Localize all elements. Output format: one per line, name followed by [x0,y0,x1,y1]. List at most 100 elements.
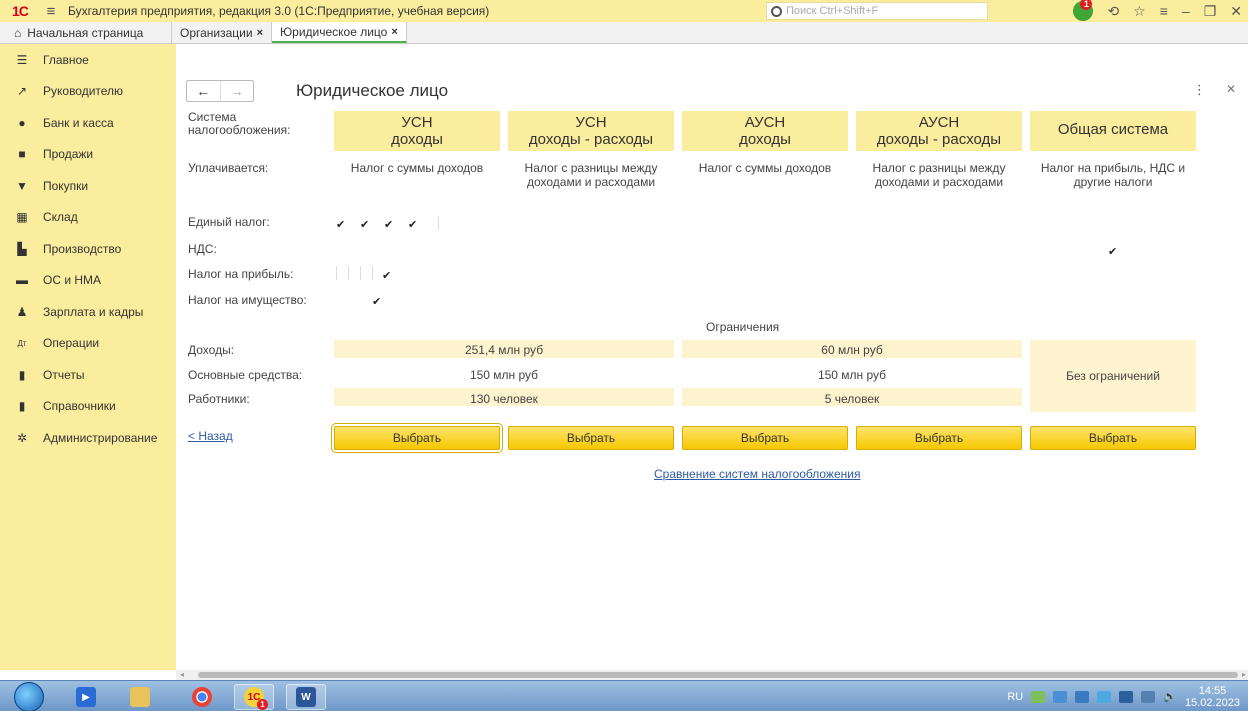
home-icon: ⌂ [14,25,22,40]
divider [372,266,373,280]
tray-app-icon[interactable] [1075,690,1090,703]
system-header-general: Общая система [1030,111,1196,151]
language-indicator[interactable]: RU [1007,691,1023,703]
more-actions-icon[interactable]: ⋮ [1193,82,1206,98]
system-subtitle: доходы [391,131,443,148]
cloud-icon[interactable] [1053,690,1068,703]
back-link[interactable]: < Назад [188,429,233,443]
menu-icon: ☰ [16,52,28,67]
close-form-icon[interactable]: ✕ [1226,82,1236,96]
sidebar-item-admin[interactable]: ✲ Администрирование [0,422,176,454]
chart-trend-icon: ↗ [16,84,28,99]
sidebar-item-warehouse[interactable]: ▦ Склад [0,202,176,234]
favorites-icon[interactable]: ☆ [1133,3,1146,20]
limit-value: 150 млн руб [469,368,539,382]
truck-icon: ▬ [16,273,28,288]
sidebar-item-label: Администрирование [43,430,158,445]
system-name: АУСН [918,114,960,131]
display-icon[interactable] [1141,690,1156,703]
checkmark-icon: ✔ [336,219,346,231]
onec-logo: 1С [12,3,29,19]
taskbar-app-chrome[interactable] [182,684,222,710]
limit-value: 60 млн руб [821,343,883,357]
tab-organizations[interactable]: Организации × [172,22,273,43]
sidebar-item-assets[interactable]: ▬ ОС и НМА [0,265,176,297]
label-fixed-assets: Основные средства: [188,368,303,382]
sidebar-item-label: Операции [43,336,100,351]
limit-value: 130 человек [470,392,538,406]
horizontal-scrollbar[interactable]: ◂ ▸ [176,670,1248,680]
system-description: Налог на прибыль, НДС и другие налоги [1040,161,1186,189]
compare-systems-link[interactable]: Сравнение систем налогообложения [654,467,860,481]
scroll-right-icon[interactable]: ▸ [1242,670,1246,679]
close-tab-icon[interactable]: × [391,26,397,38]
label-vat: НДС: [188,242,217,256]
tray-tool-icon[interactable] [1119,690,1134,703]
main-menu-icon[interactable]: ≡ [40,3,62,20]
sidebar-item-production[interactable]: ▙ Производство [0,233,176,265]
sidebar-item-purchases[interactable]: ▼ Покупки [0,170,176,202]
network-icon[interactable] [1031,690,1046,703]
divider [360,266,361,280]
label-profit-tax: Налог на прибыль: [188,267,294,281]
sidebar-item-label: Руководителю [43,84,124,99]
search-input[interactable]: Поиск Ctrl+Shift+F [766,2,988,20]
sidebar-item-sales[interactable]: ■ Продажи [0,139,176,171]
divider [348,266,349,280]
choose-button-ausn-income-expense[interactable]: Выбрать [856,426,1022,450]
sidebar-item-label: Продажи [43,147,94,162]
back-arrow-icon[interactable]: ← [187,81,220,101]
word-icon: W [296,687,316,707]
label-tax-system: Система налогообложения: [188,110,291,137]
volume-icon[interactable]: 🔈 [1163,690,1177,703]
close-window-icon[interactable]: ✕ [1230,3,1242,20]
settings-menu-icon[interactable]: ≡ [1160,3,1168,19]
scrollbar-thumb[interactable] [198,672,1238,678]
sidebar: ☰ Главное ↗ Руководителю ● Банк и касса ■ Пр… [0,44,176,670]
taskbar-app-1c[interactable]: 1С 1 [234,684,274,710]
system-description: Налог с разницы между доходами и расхода… [872,161,1006,189]
label-single-tax: Единый налог: [188,215,270,229]
sidebar-item-label: Зарплата и кадры [43,304,144,319]
taskbar-app-word[interactable]: W [286,684,326,710]
close-tab-icon[interactable]: × [257,27,263,39]
clock-time: 14:55 [1198,684,1227,697]
window-controls: 1 ⟲ ☆ ≡ – ❐ ✕ [1073,0,1242,22]
system-header-ausn-income: АУСН доходы [682,111,848,151]
taskbar-app-explorer[interactable] [120,684,160,710]
choose-button-general[interactable]: Выбрать [1030,426,1196,450]
onec-app-icon: 1С 1 [244,687,268,710]
start-button[interactable] [14,682,44,711]
sidebar-item-references[interactable]: ▮ Справочники [0,391,176,423]
sidebar-item-label: Отчеты [43,367,85,382]
sidebar-item-reports[interactable]: ▮ Отчеты [0,359,176,391]
taskbar-app-media[interactable]: ▶ [66,684,106,710]
history-icon[interactable]: ⟲ [1107,3,1119,20]
restore-icon[interactable]: ❐ [1204,3,1217,20]
sidebar-item-main[interactable]: ☰ Главное [0,44,176,76]
limits-title: Ограничения [706,320,780,334]
sidebar-item-label: ОС и НМА [43,273,102,288]
clock[interactable]: 14:55 15.02.2023 [1185,685,1240,709]
sidebar-item-label: Банк и касса [43,115,114,130]
folder-icon [130,687,150,707]
scroll-left-icon[interactable]: ◂ [180,670,184,679]
minimize-icon[interactable]: – [1182,3,1190,19]
sidebar-item-bank[interactable]: ● Банк и касса [0,107,176,139]
choose-button-usn-income-expense[interactable]: Выбрать [508,426,674,450]
forward-arrow-icon[interactable]: → [219,81,254,101]
tab-home[interactable]: ⌂ Начальная страница [0,22,172,43]
system-description: Налог с суммы доходов [698,161,832,175]
notifications-icon[interactable]: 1 [1073,0,1094,21]
checkmark-icon: ✔ [382,270,392,282]
coin-icon: ● [18,115,26,130]
sidebar-item-salary[interactable]: ♟ Зарплата и кадры [0,296,176,328]
checkmark-icon: ✔ [1108,246,1118,258]
sidebar-item-director[interactable]: ↗ Руководителю [0,76,176,108]
sidebar-item-operations[interactable]: Дт Операции [0,328,176,360]
choose-button-ausn-income[interactable]: Выбрать [682,426,848,450]
choose-button-usn-income[interactable]: Выбрать [331,423,503,453]
warehouse-icon: ▦ [16,210,28,225]
tab-legal-entity[interactable]: Юридическое лицо × [272,22,407,43]
tray-monitor-icon[interactable] [1097,690,1112,703]
